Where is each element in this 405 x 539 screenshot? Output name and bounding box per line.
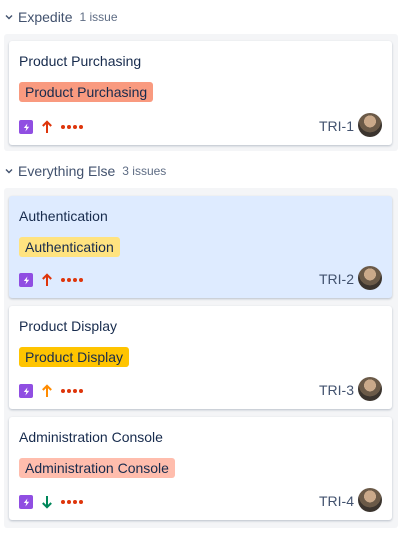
card-footer — [19, 273, 83, 287]
assignee-avatar[interactable] — [358, 377, 382, 401]
issue-card[interactable]: Administration Console Administration Co… — [9, 417, 392, 520]
chevron-down-icon — [5, 169, 13, 174]
issue-key[interactable]: TRI-1 — [319, 118, 354, 134]
arrow-down-icon — [41, 495, 53, 509]
swimlane-header-expedite[interactable]: Expedite 1 issue — [4, 6, 118, 28]
issue-card[interactable]: Product Purchasing Product Purchasing TR… — [9, 41, 392, 145]
card-footer — [19, 120, 83, 134]
assignee-avatar[interactable] — [358, 488, 382, 512]
story-points-dots-icon — [61, 278, 83, 282]
issue-summary: Authentication — [19, 208, 108, 224]
story-points-dots-icon — [61, 389, 83, 393]
issue-card[interactable]: Authentication Authentication TRI-2 — [9, 196, 392, 298]
card-footer — [19, 384, 83, 398]
assignee-avatar[interactable] — [358, 266, 382, 290]
swimlane-issue-count: 1 issue — [79, 10, 118, 24]
issue-card[interactable]: Product Display Product Display TRI-3 — [9, 306, 392, 409]
epic-label[interactable]: Product Display — [19, 347, 130, 367]
issue-key[interactable]: TRI-3 — [319, 382, 354, 398]
lightning-icon — [19, 120, 33, 134]
issue-key[interactable]: TRI-4 — [319, 493, 354, 509]
story-points-dots-icon — [61, 500, 83, 504]
arrow-up-icon — [41, 273, 53, 287]
chevron-down-icon — [5, 15, 13, 20]
board-column: Expedite 1 issue Everything Else 3 issue… — [0, 0, 405, 539]
swimlane-title: Everything Else — [18, 163, 116, 179]
lightning-icon — [19, 495, 33, 509]
card-footer — [19, 495, 83, 509]
epic-label[interactable]: Administration Console — [19, 458, 175, 478]
issue-key[interactable]: TRI-2 — [319, 271, 354, 287]
issue-summary: Product Purchasing — [19, 53, 142, 69]
swimlane-title: Expedite — [18, 9, 73, 25]
lightning-icon — [19, 273, 33, 287]
swimlane-issue-count: 3 issues — [122, 164, 167, 178]
epic-label[interactable]: Authentication — [19, 237, 120, 257]
arrow-up-icon — [41, 384, 53, 398]
arrow-up-icon — [41, 120, 53, 134]
issue-summary: Product Display — [19, 318, 118, 334]
lightning-icon — [19, 384, 33, 398]
swimlane-header-everything-else[interactable]: Everything Else 3 issues — [4, 160, 166, 182]
assignee-avatar[interactable] — [358, 113, 382, 137]
story-points-dots-icon — [61, 125, 83, 129]
epic-label[interactable]: Product Purchasing — [19, 82, 154, 102]
issue-summary: Administration Console — [19, 429, 163, 445]
